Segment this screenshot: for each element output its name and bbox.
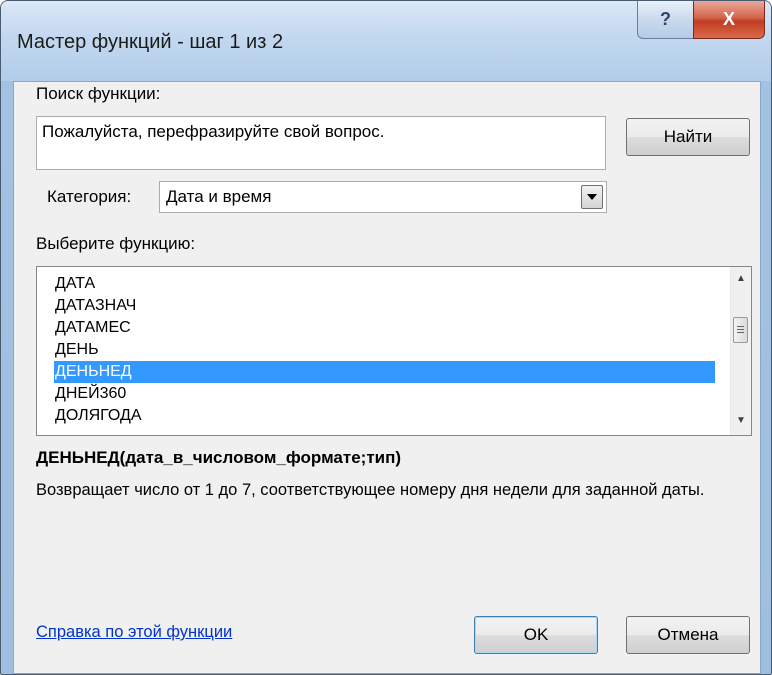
ok-button[interactable]: OK (474, 616, 598, 654)
help-button[interactable]: ? (637, 1, 694, 39)
window-title: Мастер функций - шаг 1 из 2 (17, 31, 284, 53)
function-list[interactable]: ДАТА ДАТАЗНАЧ ДАТАМЕС ДЕНЬ ДЕНЬНЕД ДНЕЙ3… (36, 266, 752, 436)
list-item[interactable]: ДАТАЗНАЧ (55, 295, 733, 317)
list-item[interactable]: ДНЕЙ360 (55, 383, 733, 405)
function-help-link[interactable]: Справка по этой функции (36, 623, 232, 642)
chevron-down-icon (587, 193, 597, 200)
search-input[interactable]: Пожалуйста, перефразируйте свой вопрос. (36, 116, 606, 170)
close-button[interactable]: X (693, 1, 765, 39)
function-description: Возвращает число от 1 до 7, соответствую… (36, 481, 705, 499)
title-bar[interactable]: Мастер функций - шаг 1 из 2 ? X (1, 1, 771, 81)
search-label: Поиск функции: (36, 84, 161, 103)
list-item[interactable]: ДОЛЯГОДА (55, 405, 733, 427)
help-icon: ? (660, 9, 671, 29)
list-scrollbar[interactable]: ▲ ▼ (730, 267, 751, 435)
list-item[interactable]: ДАТА (55, 273, 733, 295)
category-select[interactable]: Дата и время (159, 181, 607, 213)
function-signature: ДЕНЬНЕД(дата_в_числовом_формате;тип) (36, 448, 402, 467)
scroll-down-icon[interactable]: ▼ (736, 415, 746, 426)
cancel-button[interactable]: Отмена (626, 616, 750, 654)
category-dropdown-button[interactable] (581, 185, 603, 209)
category-selected-value: Дата и время (166, 187, 272, 206)
list-item-selected[interactable]: ДЕНЬНЕД (54, 361, 715, 383)
list-item[interactable]: ДАТАМЕС (55, 317, 733, 339)
close-icon: X (722, 9, 735, 29)
category-label: Категория: (47, 187, 132, 206)
list-item[interactable]: ДЕНЬ (55, 339, 733, 361)
function-list-label: Выберите функцию: (36, 234, 196, 253)
scrollbar-thumb[interactable] (733, 317, 748, 343)
scroll-up-icon[interactable]: ▲ (736, 273, 746, 284)
find-button[interactable]: Найти (626, 118, 750, 156)
search-input-text: Пожалуйста, перефразируйте свой вопрос. (42, 122, 385, 141)
